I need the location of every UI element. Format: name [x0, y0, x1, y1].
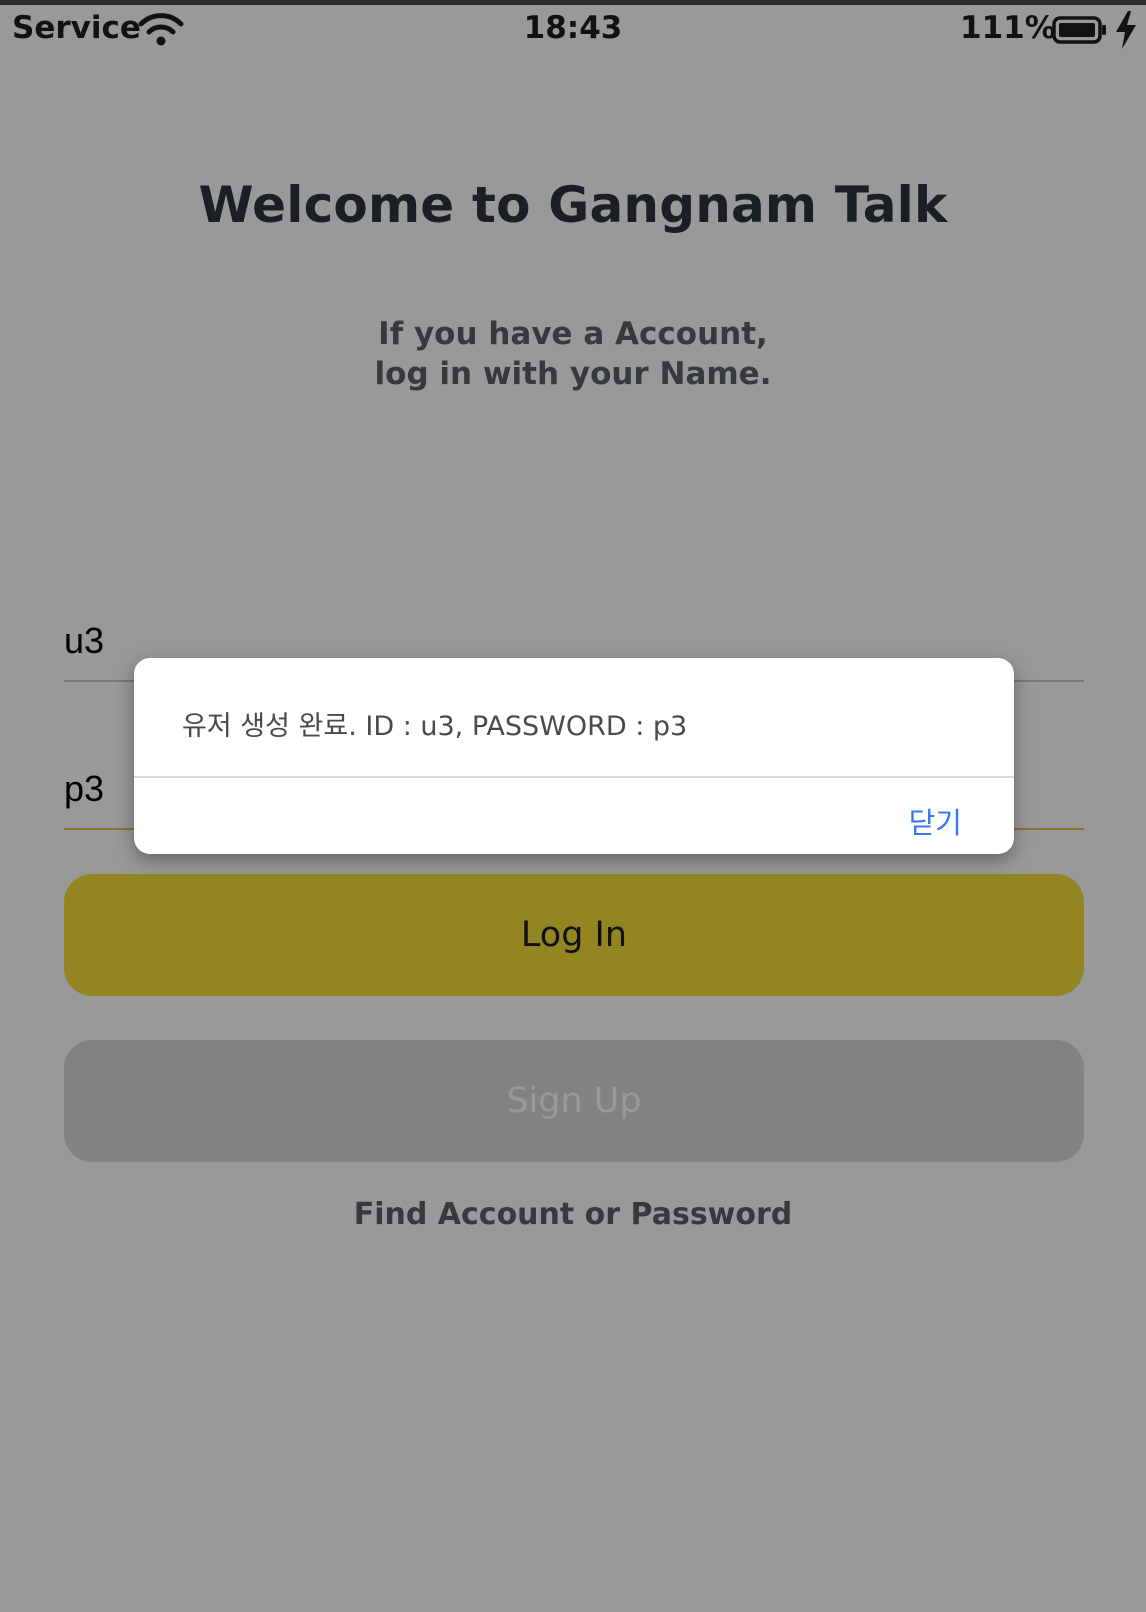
dialog-close-button[interactable]: 닫기 [909, 800, 962, 842]
dialog-divider [134, 776, 1014, 778]
dialog-message: 유저 생성 완료. ID : u3, PASSWORD : p3 [182, 711, 688, 742]
window-top-edge [0, 0, 1146, 5]
app-screen: Service 18:43 111% Welcome to Gangnam Ta… [0, 0, 1146, 1612]
alert-dialog: 유저 생성 완료. ID : u3, PASSWORD : p3 닫기 [134, 658, 1014, 854]
